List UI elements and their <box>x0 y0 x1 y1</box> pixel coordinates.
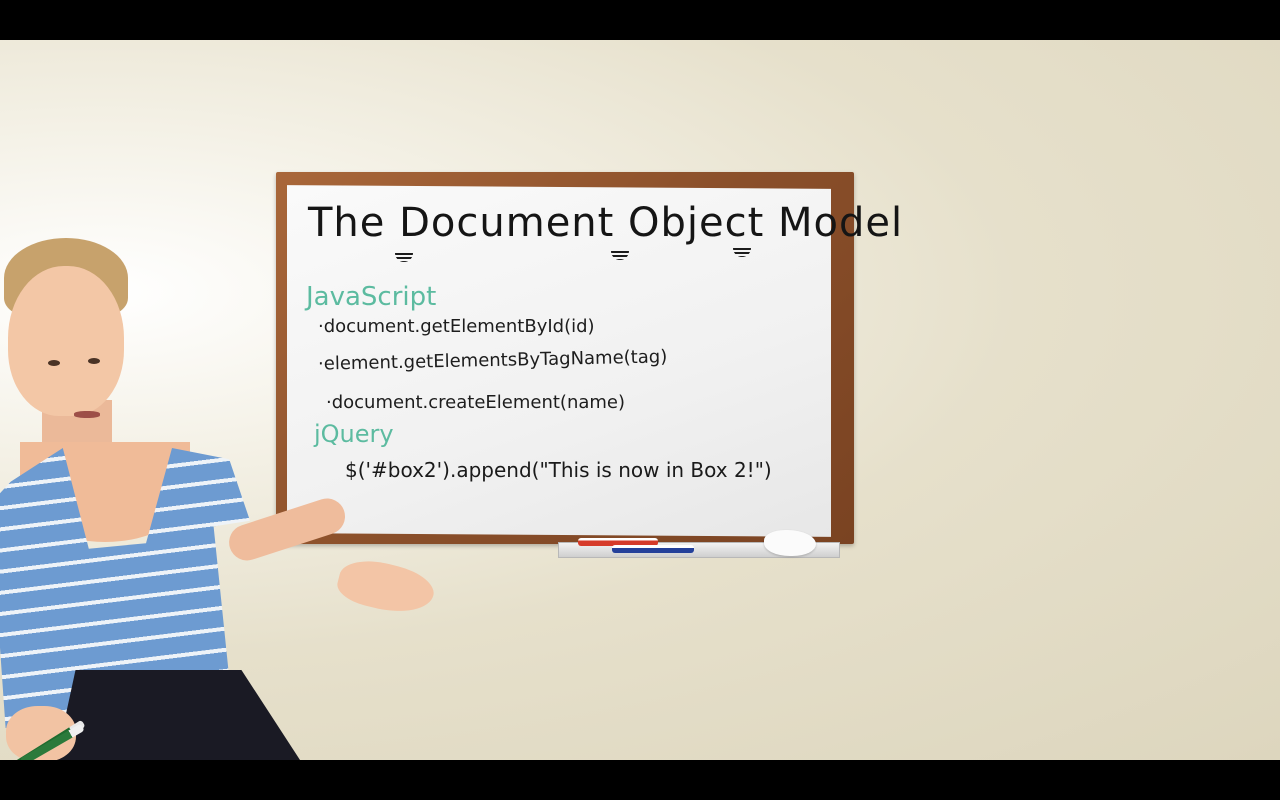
presenter <box>0 230 440 760</box>
presenter-gesturing-hand <box>333 553 439 621</box>
right-eye <box>88 358 100 364</box>
video-frame: The Document Object Model JavaScript ·do… <box>0 40 1280 760</box>
blue-marker <box>612 545 694 553</box>
presenter-face <box>8 266 124 418</box>
dark-skirt <box>56 670 300 760</box>
letterbox-top <box>0 0 1280 40</box>
paper-towel <box>764 530 816 556</box>
letterbox-bottom <box>0 760 1280 800</box>
mouth <box>74 411 100 418</box>
left-eye <box>48 360 60 366</box>
